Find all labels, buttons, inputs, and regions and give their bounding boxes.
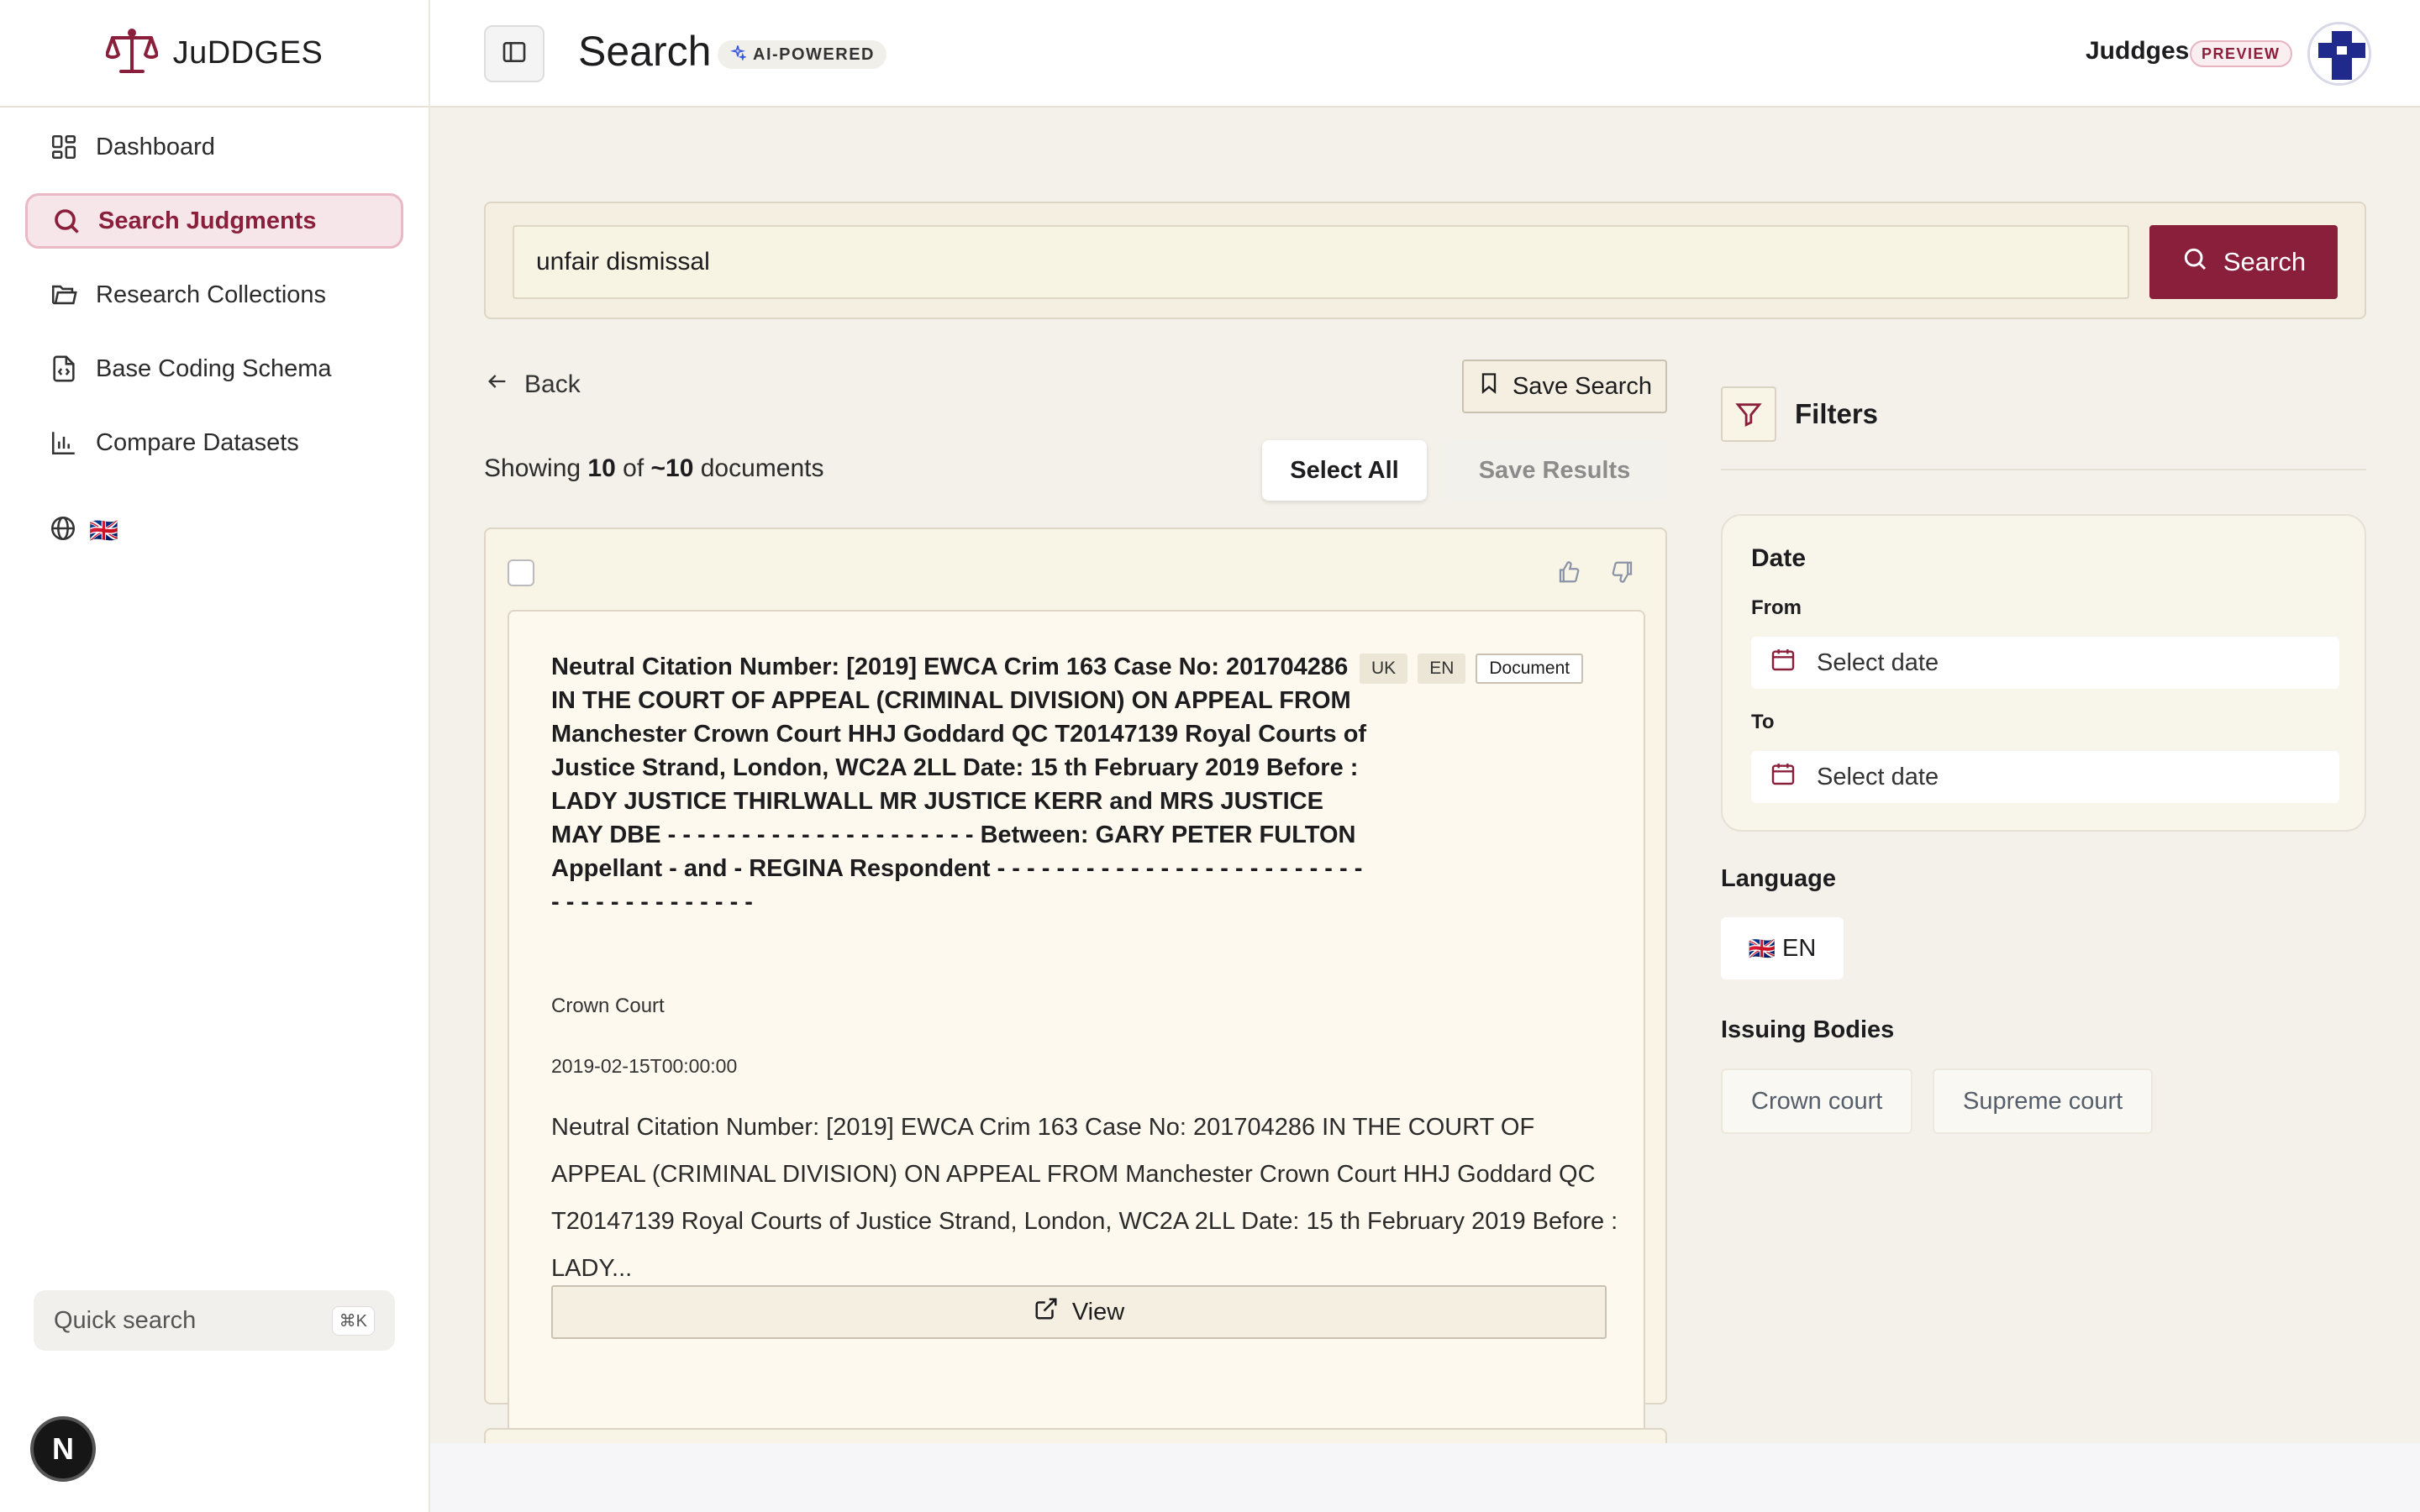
language-tag: EN	[1418, 654, 1466, 684]
filter-icon[interactable]	[1721, 386, 1776, 442]
select-all-button[interactable]: Select All	[1262, 440, 1427, 501]
external-link-icon	[1034, 1296, 1059, 1328]
issuing-body-supreme-court[interactable]: Supreme court	[1933, 1068, 2154, 1134]
result-title[interactable]: Neutral Citation Number: [2019] EWCA Cri…	[551, 650, 1375, 919]
result-date: 2019-02-15T00:00:00	[551, 1055, 738, 1077]
bookmark-icon	[1477, 370, 1501, 402]
issuing-body-crown-court[interactable]: Crown court	[1721, 1068, 1913, 1134]
result-card-body[interactable]: Neutral Citation Number: [2019] EWCA Cri…	[508, 610, 1645, 1441]
showing-prefix: Showing	[484, 454, 581, 482]
view-button[interactable]: View	[551, 1285, 1607, 1339]
showing-suffix: documents	[700, 454, 824, 482]
calendar-icon	[1770, 760, 1797, 794]
sidebar-item-label: Search Judgments	[98, 207, 317, 234]
result-checkbox[interactable]	[508, 559, 534, 586]
sidebar-item-search-judgments[interactable]: Search Judgments	[25, 193, 403, 249]
save-search-label: Save Search	[1512, 372, 1653, 400]
language-heading: Language	[1721, 865, 1836, 892]
bar-chart-icon	[47, 426, 81, 459]
jurisdiction-tag: UK	[1360, 654, 1408, 684]
thumbs-up-icon[interactable]	[1555, 558, 1583, 586]
search-input[interactable]	[513, 225, 2129, 299]
back-button[interactable]: Back	[486, 370, 581, 400]
preview-badge: PREVIEW	[2190, 40, 2292, 67]
to-label: To	[1751, 711, 1775, 733]
search-icon	[2181, 245, 2208, 279]
uk-flag-icon: 🇬🇧	[89, 517, 118, 543]
sidebar-item-label: Base Coding Schema	[96, 354, 332, 382]
arrow-left-icon	[486, 370, 509, 400]
file-code-icon	[47, 352, 81, 386]
filters-header: Filters	[1721, 386, 1878, 442]
dashboard-icon	[47, 130, 81, 164]
language-option-en[interactable]: 🇬🇧 EN	[1721, 917, 1844, 979]
sidebar-item-compare-datasets[interactable]: Compare Datasets	[25, 415, 403, 470]
issuing-bodies-heading: Issuing Bodies	[1721, 1016, 1895, 1043]
sidebar-item-label: Compare Datasets	[96, 428, 299, 456]
date-heading: Date	[1751, 544, 1807, 572]
quick-search-label: Quick search	[54, 1306, 197, 1334]
showing-of: of	[623, 454, 644, 482]
search-panel: Search	[484, 202, 2366, 319]
sidebar-nav: Dashboard Search Judgments Research Coll…	[0, 108, 429, 470]
filters-title: Filters	[1795, 398, 1879, 429]
result-court: Crown Court	[551, 995, 665, 1017]
back-label: Back	[524, 370, 581, 398]
from-date-placeholder: Select date	[1817, 648, 1939, 676]
search-button-label: Search	[2223, 247, 2307, 276]
quick-search-button[interactable]: Quick search ⌘K	[34, 1290, 395, 1351]
shortcut-badge: ⌘K	[331, 1305, 375, 1336]
sidebar-item-research-collections[interactable]: Research Collections	[25, 267, 403, 323]
showing-count: 10	[587, 454, 616, 482]
result-tags: UK EN Document	[1360, 654, 1584, 684]
to-date-placeholder: Select date	[1817, 763, 1939, 790]
globe-icon	[49, 514, 77, 547]
page-title: Search	[578, 28, 712, 75]
language-switcher[interactable]: 🇬🇧	[49, 514, 118, 547]
thumbs-down-icon[interactable]	[1608, 558, 1637, 586]
avatar[interactable]	[2307, 22, 2371, 86]
brand-name: JuDDGES	[172, 34, 324, 71]
ai-badge-label: AI-POWERED	[753, 45, 875, 64]
from-label: From	[1751, 596, 1802, 619]
user-name: Juddges	[2086, 37, 2190, 65]
ai-powered-badge: AI-POWERED	[718, 40, 886, 69]
scales-icon	[104, 28, 159, 79]
result-card: Neutral Citation Number: [2019] EWCA Cri…	[484, 528, 1667, 1441]
document-type-tag: Document	[1476, 654, 1584, 684]
showing-total: ~10	[650, 454, 694, 482]
brand[interactable]: JuDDGES	[0, 0, 429, 108]
date-filter-panel: Date From Select date To Select date	[1721, 514, 2366, 832]
sidebar-item-dashboard[interactable]: Dashboard	[25, 119, 403, 175]
save-search-button[interactable]: Save Search	[1462, 360, 1667, 413]
language-option-label: EN	[1782, 934, 1817, 962]
save-results-button[interactable]: Save Results	[1442, 440, 1667, 501]
result-excerpt: Neutral Citation Number: [2019] EWCA Cri…	[551, 1114, 1618, 1282]
from-date-picker[interactable]: Select date	[1751, 637, 2339, 689]
sidebar-toggle-button[interactable]	[484, 25, 544, 82]
folder-icon	[47, 278, 81, 312]
uk-flag-icon: 🇬🇧	[1748, 935, 1776, 961]
next-dev-badge[interactable]: N	[30, 1416, 96, 1482]
sidebar-item-base-coding-schema[interactable]: Base Coding Schema	[25, 341, 403, 396]
sparkles-icon	[729, 44, 748, 66]
sidebar-item-label: Dashboard	[96, 133, 215, 160]
bottom-strip	[430, 1443, 2420, 1512]
search-button[interactable]: Search	[2149, 225, 2338, 299]
sidebar-item-label: Research Collections	[96, 281, 327, 308]
top-header: Search AI-POWERED Juddges PREVIEW	[430, 0, 2420, 108]
calendar-icon	[1770, 646, 1797, 680]
search-icon	[50, 204, 83, 238]
filters-divider	[1721, 469, 2366, 470]
view-label: View	[1071, 1298, 1125, 1326]
to-date-picker[interactable]: Select date	[1751, 751, 2339, 803]
sidebar: JuDDGES Dashboard Search Judgments Resea…	[0, 0, 430, 1512]
results-count: Showing 10 of ~10 documents	[484, 454, 824, 483]
panel-left-icon	[501, 39, 528, 70]
